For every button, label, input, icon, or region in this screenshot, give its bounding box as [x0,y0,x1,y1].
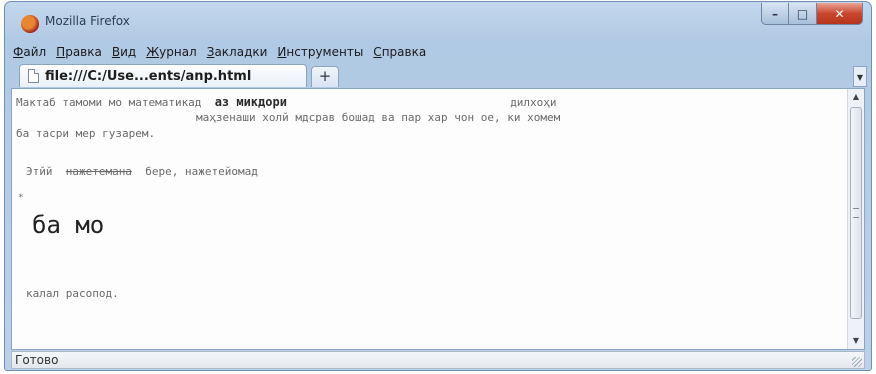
menu-history-label: урнал [159,45,197,59]
tab-list-button[interactable]: ▼ [853,66,867,87]
menu-history[interactable]: Журнал [142,45,201,59]
window-controls: – □ ✕ [761,3,863,26]
text-line-1-start: Мактаб тамоми мо математикад [16,96,202,109]
minimize-button[interactable]: – [761,3,789,25]
menu-bookmarks-label: акладки [214,45,268,59]
bullet-mark: * [18,193,24,203]
menu-edit[interactable]: Правка [52,45,106,59]
menu-tools-label: нструменты [286,45,364,59]
menu-file-label: айл [23,45,47,59]
menu-view-accel: В [111,45,121,59]
browser-window: Mozilla Firefox – □ ✕ Файл Правка Вид Жу… [4,1,872,371]
tab-title: file:///C:/Use...ents/anp.html [45,68,252,84]
grip-icon [853,208,859,218]
menu-help-label: правка [381,45,427,59]
menu-bookmarks[interactable]: Закладки [203,45,272,59]
tab-active[interactable]: file:///C:/Use...ents/anp.html [19,64,307,87]
scroll-down-icon[interactable]: ▼ [848,333,864,349]
title-bar[interactable]: Mozilla Firefox – □ ✕ [5,2,871,44]
page-content: Мактаб тамоми мо математикад аз микдори … [11,88,865,350]
close-button[interactable]: ✕ [817,3,863,25]
resize-grip-icon[interactable] [852,357,862,367]
text-line-1: Мактаб тамоми мо математикад аз микдори … [16,95,557,109]
new-tab-button[interactable]: + [311,66,339,87]
menu-tools[interactable]: Инструменты [273,45,367,59]
text-line-6: калал расопод. [26,287,119,300]
firefox-logo-icon [21,15,39,33]
menu-edit-accel: П [56,45,66,59]
text-line-4: Этйй нажетемана бере, нажетейомад [26,165,258,178]
strike-text: нажетемана [65,165,132,178]
text-line-1-end: дилхоҳи [510,96,557,109]
text-line-2: маҳзенаши холй мдсрав бошад ва пар хар ч… [196,111,561,124]
menu-bar: Файл Правка Вид Журнал Закладки Инструме… [9,42,432,62]
status-text: Готово [15,353,59,367]
page-icon [28,69,39,83]
text-line-4-end: бере, нажетейомад [145,165,258,178]
vertical-scrollbar[interactable]: ▲ ▼ [847,89,864,349]
tab-strip: file:///C:/Use...ents/anp.html + ▼ [9,64,867,88]
scroll-up-icon[interactable]: ▲ [848,89,864,105]
menu-file[interactable]: Файл [9,45,50,59]
maximize-button[interactable]: □ [789,3,817,25]
text-line-1-bold: аз микдори [214,95,287,109]
window-title: Mozilla Firefox [45,14,130,28]
menu-history-accel: Ж [146,45,160,59]
menu-help-accel: С [373,45,382,59]
menu-edit-label: равка [65,45,102,59]
scroll-thumb[interactable] [850,107,862,319]
heading-text: ба мо [32,211,105,239]
menu-view-label: ид [120,45,137,59]
document-body: Мактаб тамоми мо математикад аз микдори … [12,89,847,349]
menu-view[interactable]: Вид [108,45,140,59]
status-bar: Готово [11,351,865,369]
text-line-3: ба тасри мер гузарем. [16,127,156,140]
menu-help[interactable]: Справка [369,45,430,59]
text-line-4-start: Этйй [26,165,53,178]
menu-file-accel: Ф [13,45,24,59]
